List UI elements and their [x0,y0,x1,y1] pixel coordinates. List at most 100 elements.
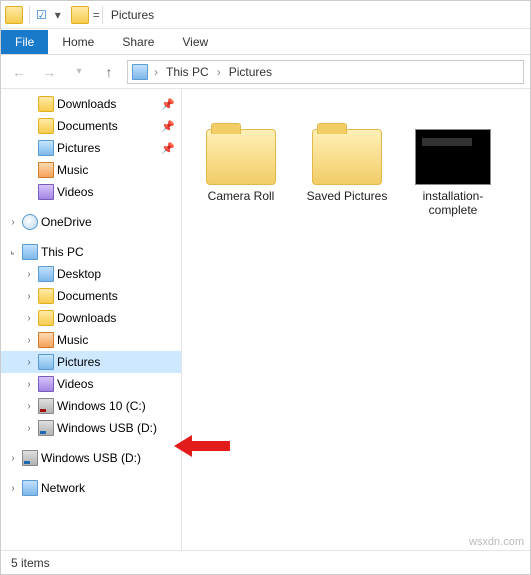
tree-label: Downloads [57,311,116,325]
tree-item-pc-pictures[interactable]: › Pictures [1,351,181,373]
expand-arrow[interactable]: › [23,291,35,302]
expand-arrow[interactable]: › [23,335,35,346]
qat-separator [29,6,30,24]
folder-icon [38,288,54,304]
tree-item-pc-desktop[interactable]: › Desktop [1,263,181,285]
usb-icon [38,420,54,436]
expand-arrow[interactable]: › [23,313,35,324]
file-label: installation-complete [408,189,498,218]
body: › Downloads 📌 › Documents 📌 › Pictures 📌… [1,89,530,550]
tree-label: Windows 10 (C:) [57,399,146,413]
file-label: Camera Roll [208,189,275,203]
tree-label: Pictures [57,355,100,369]
tree-item-documents[interactable]: › Documents 📌 [1,115,181,137]
music-icon [38,162,54,178]
watermark: wsxdn.com [469,536,524,548]
tree-label: Videos [57,377,93,391]
tree-item-pc-videos[interactable]: › Videos [1,373,181,395]
pin-icon: 📌 [161,120,175,133]
tree-item-pictures[interactable]: › Pictures 📌 [1,137,181,159]
tab-view[interactable]: View [168,30,222,54]
image-thumb [415,129,491,185]
tree-item-pc-music[interactable]: › Music [1,329,181,351]
expand-arrow[interactable]: › [7,453,19,464]
tree-label: This PC [41,245,84,259]
expand-arrow[interactable]: › [23,423,35,434]
tree-label: Windows USB (D:) [41,451,141,465]
expand-arrow[interactable]: › [7,483,19,494]
tree-label: Network [41,481,85,495]
pictures-icon [38,140,54,156]
tree-label: Videos [57,185,93,199]
chevron-right-icon[interactable]: › [215,65,223,79]
breadcrumb-root[interactable]: This PC [164,63,211,81]
folder-item-camera-roll[interactable]: Camera Roll [196,129,286,218]
address-bar[interactable]: › This PC › Pictures [127,60,524,84]
address-icon [132,64,148,80]
expand-arrow[interactable]: › [23,269,35,280]
ribbon: File Home Share View [1,29,530,55]
tree-item-network[interactable]: › Network [1,477,181,499]
tree-item-music[interactable]: › Music [1,159,181,181]
tree-item-onedrive[interactable]: › OneDrive [1,211,181,233]
tree-label: Documents [57,289,118,303]
tree-label: Windows USB (D:) [57,421,157,435]
up-button[interactable]: ↑ [97,60,121,84]
tab-home[interactable]: Home [48,30,108,54]
folder-icon [38,118,54,134]
nav-row: ← → ▾ ↑ › This PC › Pictures [1,55,530,89]
music-icon [38,332,54,348]
file-item-installation-complete[interactable]: installation-complete [408,129,498,218]
pictures-icon [38,354,54,370]
forward-button[interactable]: → [37,60,61,84]
pin-icon: 📌 [161,98,175,111]
back-button[interactable]: ← [7,60,31,84]
pc-icon [22,244,38,260]
expand-arrow[interactable]: › [7,217,19,228]
recent-dropdown[interactable]: ▾ [67,60,91,84]
expand-arrow[interactable]: › [23,357,35,368]
desktop-icon [38,266,54,282]
titlebar: ☑ ▾ = Pictures [1,1,530,29]
tree-label: Music [57,333,88,347]
quick-access-toolbar: ☑ ▾ [1,6,65,24]
folder-item-saved-pictures[interactable]: Saved Pictures [302,129,392,218]
window-title: Pictures [111,8,154,22]
expand-arrow[interactable]: › [23,379,35,390]
status-bar: 5 items [1,550,530,574]
cloud-icon [22,214,38,230]
tree-item-pc-documents[interactable]: › Documents [1,285,181,307]
tree-item-root-usb[interactable]: › Windows USB (D:) [1,447,181,469]
videos-icon [38,184,54,200]
tree-item-pc-cdrive[interactable]: › Windows 10 (C:) [1,395,181,417]
chevron-right-icon[interactable]: › [152,65,160,79]
folder-icon [206,129,276,185]
tree-item-downloads[interactable]: › Downloads 📌 [1,93,181,115]
tree-item-videos[interactable]: › Videos [1,181,181,203]
file-tab[interactable]: File [1,30,48,54]
folder-icon [38,96,54,112]
network-icon [22,480,38,496]
title-separator-line [102,6,103,24]
tree-item-pc-usb[interactable]: › Windows USB (D:) [1,417,181,439]
breadcrumb-current[interactable]: Pictures [227,63,274,81]
tree-item-pc-downloads[interactable]: › Downloads [1,307,181,329]
drive-icon [38,398,54,414]
qat-dropdown-icon[interactable]: ▾ [55,8,61,22]
videos-icon [38,376,54,392]
expand-arrow[interactable]: › [23,401,35,412]
nav-pane[interactable]: › Downloads 📌 › Documents 📌 › Pictures 📌… [1,89,182,550]
collapse-arrow[interactable]: ⌄ [5,244,21,260]
folder-icon [312,129,382,185]
tree-item-this-pc[interactable]: ⌄ This PC [1,241,181,263]
title-separator: = [93,8,100,22]
tree-label: Downloads [57,97,116,111]
status-text: 5 items [11,556,50,570]
window-icon[interactable] [5,6,23,24]
tree-label: Desktop [57,267,101,281]
tab-share[interactable]: Share [108,30,168,54]
tree-label: Music [57,163,88,177]
tree-label: OneDrive [41,215,92,229]
content-pane[interactable]: Camera Roll Saved Pictures installation-… [182,89,530,550]
file-label: Saved Pictures [307,189,388,203]
